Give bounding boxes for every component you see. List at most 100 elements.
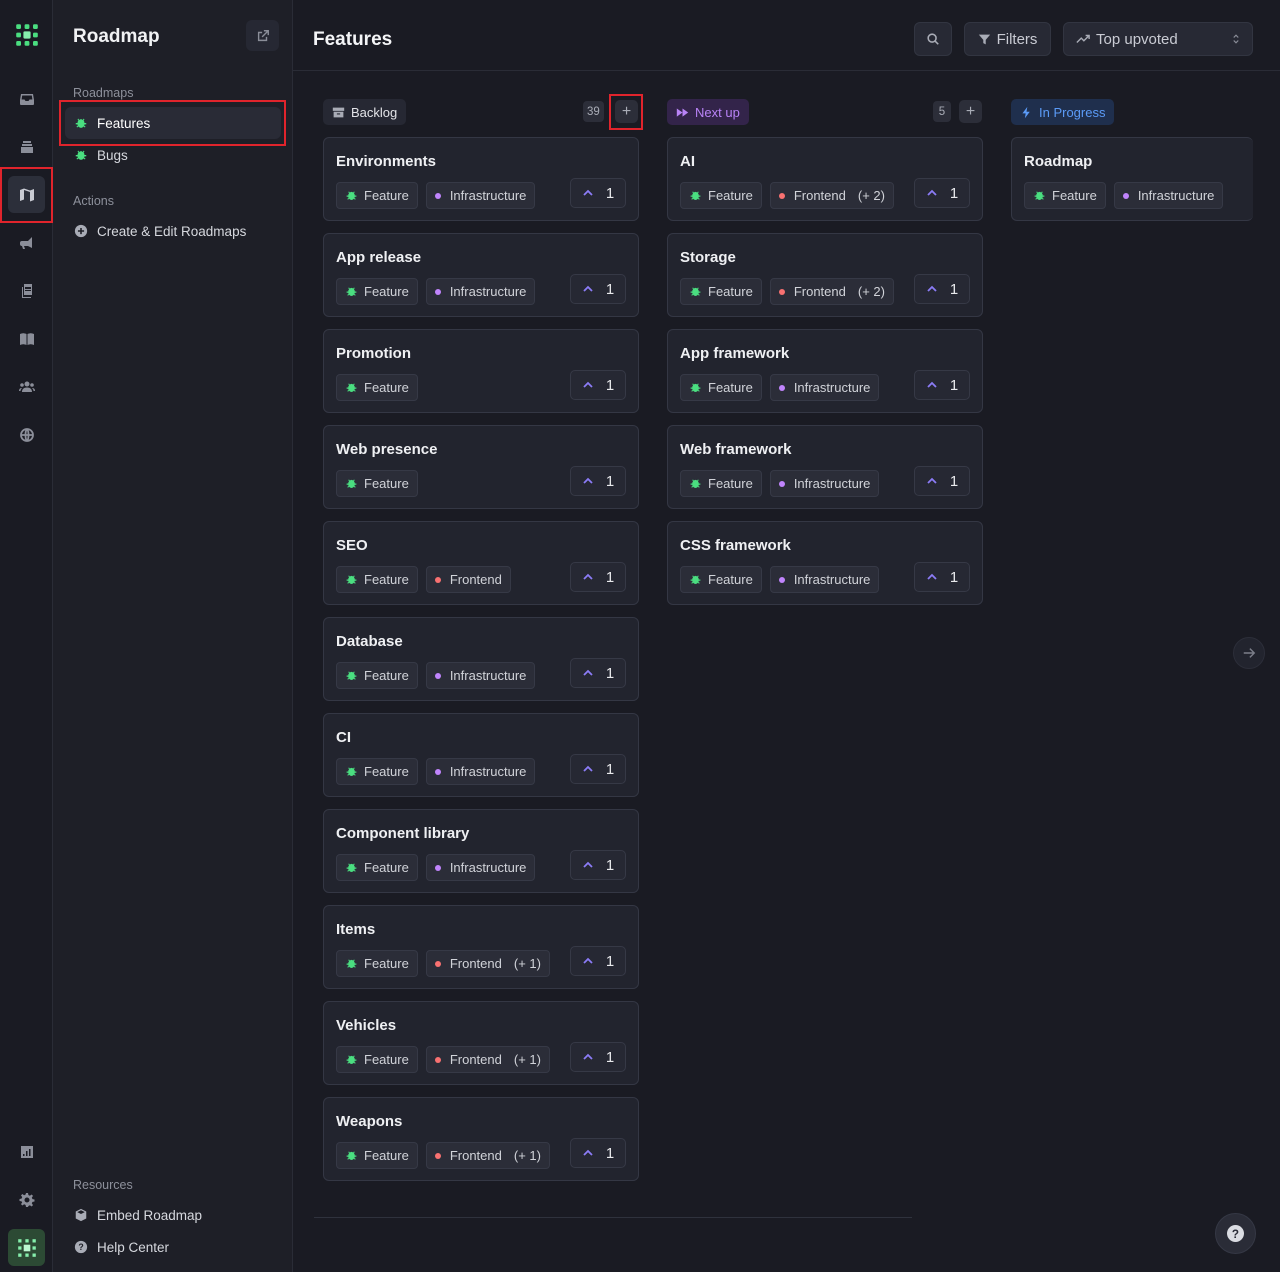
upvote-button[interactable]: 1 xyxy=(570,754,626,784)
open-external-button[interactable] xyxy=(246,20,279,51)
tag-feature: Feature xyxy=(336,182,418,209)
svg-text:?: ? xyxy=(1232,1228,1239,1241)
vote-count: 1 xyxy=(949,472,959,490)
scroll-right-button[interactable] xyxy=(1233,637,1265,669)
card-title: Roadmap xyxy=(1024,153,1093,170)
add-card-button[interactable]: + xyxy=(959,100,982,123)
vote-count: 1 xyxy=(605,856,615,874)
tag-category: Infrastructure xyxy=(1113,182,1224,209)
tag-label: Frontend xyxy=(449,956,502,971)
upvote-button[interactable]: 1 xyxy=(570,466,626,496)
tag-color-dot xyxy=(434,1152,441,1159)
sidebar-item-embed-roadmap[interactable]: Embed Roadmap xyxy=(65,1199,281,1231)
filters-button[interactable]: Filters xyxy=(964,22,1051,56)
roadmap-card[interactable]: Web presence Feature 1 xyxy=(323,425,639,509)
sidebar-item-bugs[interactable]: Bugs xyxy=(65,139,281,171)
tag-label: Feature xyxy=(708,284,753,299)
roadmap-card[interactable]: App release Feature Infrastructure 1 xyxy=(323,233,639,317)
roadmap-card[interactable]: Weapons Feature Frontend (+ 1) 1 xyxy=(323,1097,639,1181)
tag-category: Infrastructure xyxy=(425,182,536,209)
card-title: App framework xyxy=(680,345,790,362)
announcements-megaphone-icon[interactable] xyxy=(8,224,45,261)
card-tags: Feature Frontend (+ 2) xyxy=(680,182,894,209)
boards-icon[interactable] xyxy=(8,128,45,165)
tag-category: Infrastructure xyxy=(769,374,880,401)
sidebar-item-features[interactable]: Features xyxy=(65,107,281,139)
search-button[interactable] xyxy=(914,22,952,56)
upvote-button[interactable]: 1 xyxy=(570,178,626,208)
tag-feature: Feature xyxy=(680,470,762,497)
sidebar-item-help-center[interactable]: ? Help Center xyxy=(65,1231,281,1263)
tag-label: Frontend xyxy=(449,1148,502,1163)
roadmap-card[interactable]: AI Feature Frontend (+ 2) 1 xyxy=(667,137,983,221)
roadmap-card[interactable]: Vehicles Feature Frontend (+ 1) 1 xyxy=(323,1001,639,1085)
roadmap-card[interactable]: Items Feature Frontend (+ 1) 1 xyxy=(323,905,639,989)
upvote-button[interactable]: 1 xyxy=(570,1138,626,1168)
extra-tags-count: (+ 1) xyxy=(513,1052,541,1067)
roadmap-card[interactable]: Storage Feature Frontend (+ 2) 1 xyxy=(667,233,983,317)
tag-feature: Feature xyxy=(336,278,418,305)
settings-gear-icon[interactable] xyxy=(8,1181,45,1218)
upvote-button[interactable]: 1 xyxy=(570,274,626,304)
tag-feature: Feature xyxy=(336,1046,418,1073)
inbox-icon[interactable] xyxy=(8,80,45,117)
chevron-up-icon xyxy=(582,763,594,775)
roadmap-card[interactable]: SEO Feature Frontend 1 xyxy=(323,521,639,605)
help-button[interactable]: ? xyxy=(1215,1213,1256,1254)
tag-label: Feature xyxy=(364,476,409,491)
roadmap-card[interactable]: Environments Feature Infrastructure 1 xyxy=(323,137,639,221)
roadmap-card[interactable]: App framework Feature Infrastructure 1 xyxy=(667,329,983,413)
upvote-button[interactable]: 1 xyxy=(914,466,970,496)
plus-circle-icon xyxy=(73,223,89,239)
changelog-icon[interactable] xyxy=(8,272,45,309)
roadmap-card[interactable]: Component library Feature Infrastructure 1 xyxy=(323,809,639,893)
tag-label: Infrastructure xyxy=(449,668,527,683)
extra-tags-count: (+ 2) xyxy=(857,284,885,299)
roadmap-card[interactable]: CI Feature Infrastructure 1 xyxy=(323,713,639,797)
sidebar-item-label: Bugs xyxy=(97,147,128,163)
vote-count: 1 xyxy=(949,280,959,298)
extra-tags-count: (+ 1) xyxy=(513,1148,541,1163)
tag-label: Feature xyxy=(364,380,409,395)
tag-label: Infrastructure xyxy=(449,284,527,299)
book-icon[interactable] xyxy=(8,320,45,357)
roadmap-card[interactable]: Database Feature Infrastructure 1 xyxy=(323,617,639,701)
upvote-button[interactable]: 1 xyxy=(570,850,626,880)
users-icon[interactable] xyxy=(8,368,45,405)
vote-count: 1 xyxy=(605,1144,615,1162)
roadmap-card[interactable]: Web framework Feature Infrastructure 1 xyxy=(667,425,983,509)
upvote-button[interactable]: 1 xyxy=(570,946,626,976)
upvote-button[interactable]: 1 xyxy=(570,562,626,592)
sort-select[interactable]: Top upvoted xyxy=(1063,22,1253,56)
upvote-button[interactable]: 1 xyxy=(914,562,970,592)
sidebar-item-create-edit-roadmaps[interactable]: Create & Edit Roadmaps xyxy=(65,215,281,247)
workspace-avatar-icon[interactable] xyxy=(8,1229,45,1266)
tag-category: Frontend (+ 1) xyxy=(425,1142,550,1169)
feature-bug-icon xyxy=(345,765,358,778)
upvote-button[interactable]: 1 xyxy=(570,1042,626,1072)
roadmap-card[interactable]: Roadmap Feature Infrastructure xyxy=(1011,137,1253,221)
app-logo-icon[interactable] xyxy=(8,16,45,53)
card-title: Items xyxy=(336,921,376,938)
arrow-right-icon xyxy=(1243,648,1256,658)
search-icon xyxy=(927,33,939,45)
roadmap-card[interactable]: Promotion Feature 1 xyxy=(323,329,639,413)
tag-feature: Feature xyxy=(336,1142,418,1169)
roadmap-map-icon[interactable] xyxy=(8,176,45,213)
upvote-button[interactable]: 1 xyxy=(914,274,970,304)
extra-tags-count: (+ 2) xyxy=(857,188,885,203)
tag-color-dot xyxy=(434,288,441,295)
add-card-button[interactable]: + xyxy=(615,100,638,123)
horizontal-scrollbar[interactable] xyxy=(314,1217,912,1218)
chevron-up-icon xyxy=(582,1147,594,1159)
analytics-icon[interactable] xyxy=(8,1133,45,1170)
fast-forward-icon xyxy=(676,107,689,117)
upvote-button[interactable]: 1 xyxy=(914,370,970,400)
roadmap-card[interactable]: CSS framework Feature Infrastructure 1 xyxy=(667,521,983,605)
globe-icon[interactable] xyxy=(8,416,45,453)
column-header-backlog: Backlog xyxy=(323,98,407,126)
upvote-button[interactable]: 1 xyxy=(570,658,626,688)
lightning-bolt-icon xyxy=(1022,106,1030,118)
upvote-button[interactable]: 1 xyxy=(570,370,626,400)
upvote-button[interactable]: 1 xyxy=(914,178,970,208)
